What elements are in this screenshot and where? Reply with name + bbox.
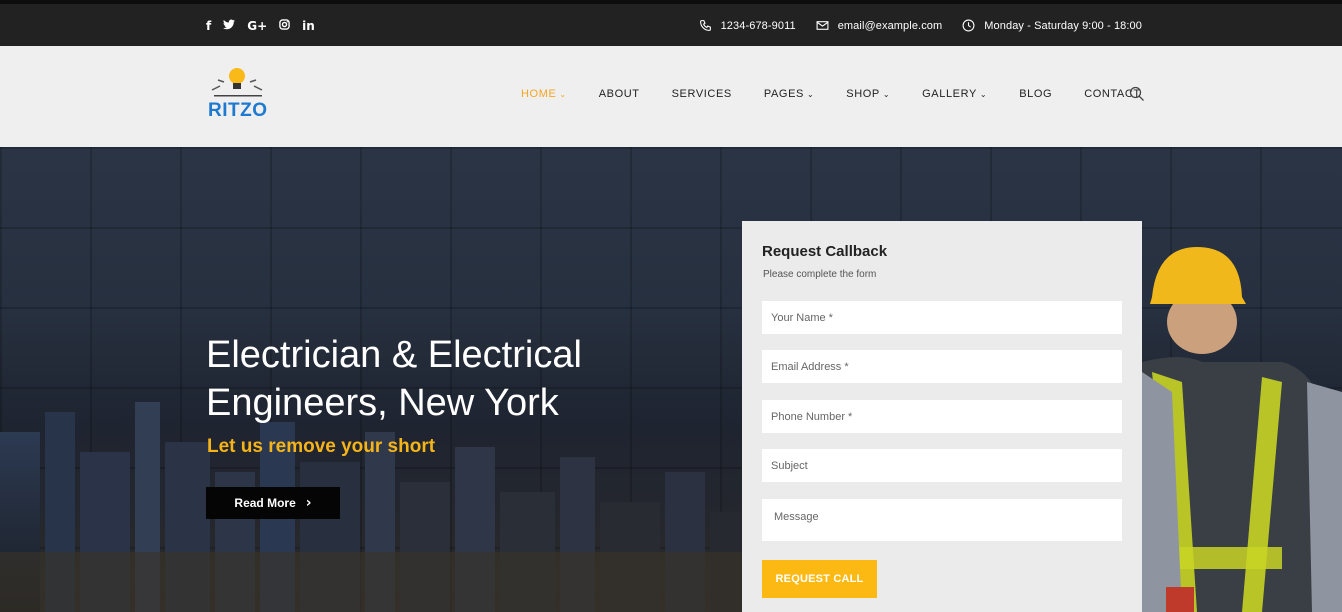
top-bar: f G+ in 1234-678-9011 email@example.com … <box>0 0 1342 46</box>
phone-icon <box>699 20 711 31</box>
nav-gallery-label: GALLERY <box>922 88 977 100</box>
clock-icon <box>962 19 975 32</box>
email-item[interactable]: email@example.com <box>816 19 943 32</box>
nav-blog-label: BLOG <box>1019 88 1053 100</box>
chevron-down-icon: ⌄ <box>882 89 891 99</box>
nav-shop-label: SHOP <box>846 88 880 100</box>
google-plus-icon[interactable]: G+ <box>247 19 267 33</box>
site-header: RITZO HOME ⌄ ABOUT SERVICES PAGES ⌄ SHOP… <box>0 46 1342 147</box>
name-field[interactable] <box>762 301 1122 334</box>
email-address: email@example.com <box>837 19 943 32</box>
chevron-down-icon: ⌄ <box>979 89 988 99</box>
search-icon[interactable] <box>1129 86 1145 102</box>
opening-hours: Monday - Saturday 9:00 - 18:00 <box>984 19 1142 32</box>
form-title: Request Callback <box>762 243 888 260</box>
phone-field[interactable] <box>762 400 1122 433</box>
email-field[interactable] <box>762 350 1122 383</box>
main-nav: HOME ⌄ ABOUT SERVICES PAGES ⌄ SHOP ⌄ GAL… <box>521 88 1173 100</box>
nav-shop[interactable]: SHOP ⌄ <box>846 88 890 100</box>
chevron-right-icon: › <box>305 495 312 511</box>
request-call-button[interactable]: REQUEST CALL <box>762 560 877 598</box>
logo-text: RITZO <box>208 100 268 121</box>
social-links: f G+ in <box>206 19 315 33</box>
message-field[interactable] <box>762 499 1122 541</box>
nav-pages[interactable]: PAGES ⌄ <box>764 88 814 100</box>
subject-field[interactable] <box>762 449 1122 482</box>
instagram-icon[interactable] <box>279 19 290 33</box>
hero-section: Electrician & Electrical Engineers, New … <box>0 147 1342 612</box>
linkedin-icon[interactable]: in <box>302 19 315 33</box>
phone-item[interactable]: 1234-678-9011 <box>699 19 796 32</box>
hours-item: Monday - Saturday 9:00 - 18:00 <box>962 19 1142 32</box>
worker-image <box>1142 247 1342 612</box>
nav-home[interactable]: HOME ⌄ <box>521 88 567 100</box>
hero-subtitle: Let us remove your short <box>207 436 436 457</box>
nav-home-label: HOME <box>521 88 557 100</box>
logo[interactable]: RITZO <box>206 66 272 121</box>
nav-blog[interactable]: BLOG <box>1019 88 1052 100</box>
nav-pages-label: PAGES <box>763 88 804 100</box>
nav-gallery[interactable]: GALLERY ⌄ <box>922 88 987 100</box>
read-more-button[interactable]: Read More › <box>206 487 340 519</box>
nav-about-label: ABOUT <box>598 88 640 100</box>
phone-number: 1234-678-9011 <box>720 19 796 32</box>
envelope-icon <box>816 21 829 30</box>
hero-title: Electrician & Electrical Engineers, New … <box>206 334 582 424</box>
read-more-label: Read More <box>234 496 296 510</box>
twitter-icon[interactable] <box>223 19 236 33</box>
nav-services[interactable]: SERVICES <box>672 88 732 100</box>
nav-about[interactable]: ABOUT <box>599 88 640 100</box>
chevron-down-icon: ⌄ <box>806 89 815 99</box>
request-callback-form: Request Callback Please complete the for… <box>742 221 1142 612</box>
facebook-icon[interactable]: f <box>206 19 211 33</box>
chevron-down-icon: ⌄ <box>559 89 567 99</box>
form-subtitle: Please complete the form <box>763 269 877 280</box>
contact-info: 1234-678-9011 email@example.com Monday -… <box>699 19 1142 32</box>
nav-services-label: SERVICES <box>671 88 732 100</box>
logo-bulb-graphic <box>211 68 263 97</box>
